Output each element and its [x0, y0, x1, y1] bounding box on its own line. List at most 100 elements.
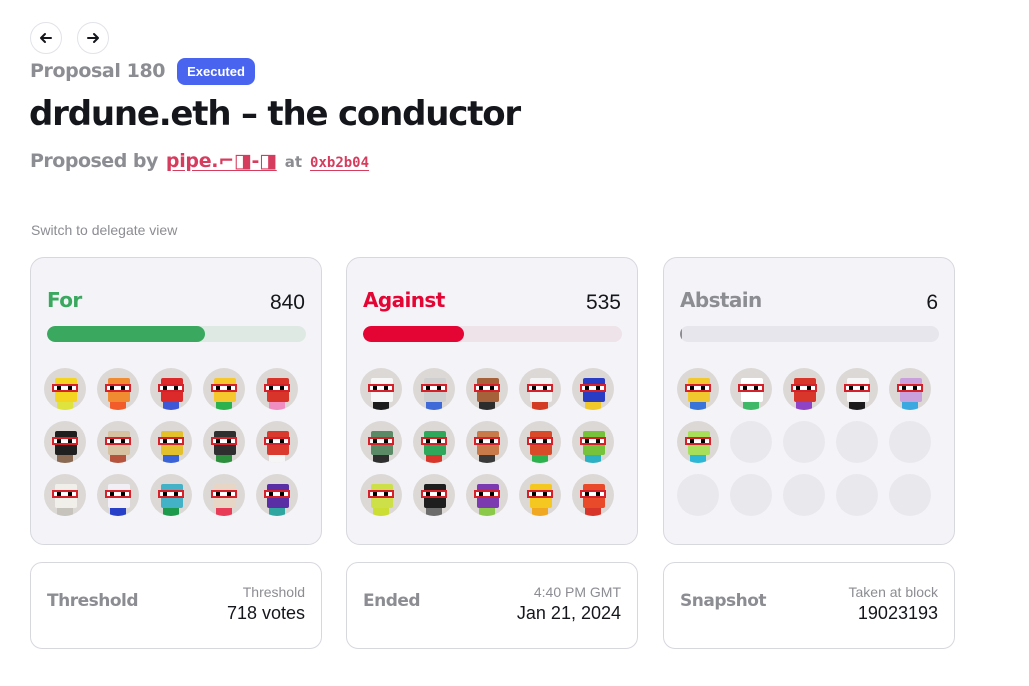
against-count: 535	[585, 291, 621, 314]
proposer-link[interactable]: pipe.⌐◨-◨	[166, 150, 277, 172]
voter-avatar[interactable]	[203, 421, 245, 463]
empty-avatar-slot	[889, 474, 931, 516]
back-button[interactable]	[30, 22, 62, 54]
against-votes-card: Against 535	[346, 257, 638, 545]
noggles-icon	[264, 437, 290, 445]
switch-delegate-view-link[interactable]: Switch to delegate view	[31, 222, 177, 238]
empty-avatar-slot	[836, 421, 878, 463]
proposal-number: Proposal 180	[30, 60, 166, 82]
voter-avatar[interactable]	[413, 421, 455, 463]
noggles-icon	[52, 384, 78, 392]
voter-avatar[interactable]	[519, 474, 561, 516]
for-progress-bar	[47, 326, 306, 342]
arrow-left-icon	[40, 33, 52, 43]
voter-avatar[interactable]	[360, 474, 402, 516]
empty-avatar-slot	[783, 421, 825, 463]
noggles-icon	[421, 490, 447, 498]
voter-avatar[interactable]	[466, 474, 508, 516]
voter-avatar[interactable]	[256, 421, 298, 463]
noggles-icon	[368, 384, 394, 392]
threshold-label: Threshold	[47, 591, 139, 611]
noggles-icon	[264, 384, 290, 392]
for-count: 840	[269, 291, 305, 314]
voter-avatar[interactable]	[44, 368, 86, 410]
noggles-icon	[211, 384, 237, 392]
ended-card: Ended 4:40 PM GMT Jan 21, 2024	[346, 562, 638, 649]
noggles-icon	[474, 384, 500, 392]
noggles-icon	[685, 384, 711, 392]
voter-avatar[interactable]	[519, 368, 561, 410]
voter-avatar[interactable]	[97, 474, 139, 516]
noggles-icon	[421, 437, 447, 445]
voter-avatar[interactable]	[44, 421, 86, 463]
noggles-icon	[52, 490, 78, 498]
voter-avatar[interactable]	[203, 368, 245, 410]
noggles-icon	[527, 384, 553, 392]
voter-avatar[interactable]	[836, 368, 878, 410]
for-progress-fill	[47, 326, 205, 342]
voter-avatar[interactable]	[889, 368, 931, 410]
voter-avatar[interactable]	[150, 474, 192, 516]
voter-avatar[interactable]	[413, 368, 455, 410]
voter-avatar[interactable]	[203, 474, 245, 516]
abstain-label: Abstain	[680, 288, 762, 312]
noggles-icon	[844, 384, 870, 392]
voter-avatar[interactable]	[44, 474, 86, 516]
voter-avatar[interactable]	[730, 368, 772, 410]
noggles-icon	[52, 437, 78, 445]
against-label: Against	[363, 288, 445, 312]
against-progress-fill	[363, 326, 464, 342]
voter-avatar[interactable]	[572, 474, 614, 516]
noggles-icon	[211, 490, 237, 498]
for-votes-card: For 840	[30, 257, 322, 545]
voter-avatar[interactable]	[150, 368, 192, 410]
noggles-icon	[264, 490, 290, 498]
threshold-card: Threshold Threshold 718 votes	[30, 562, 322, 649]
voter-avatar[interactable]	[97, 421, 139, 463]
threshold-value: 718 votes	[226, 603, 305, 623]
noggles-icon	[158, 437, 184, 445]
noggles-icon	[158, 384, 184, 392]
empty-avatar-slot	[836, 474, 878, 516]
noggles-icon	[897, 384, 923, 392]
voter-avatar[interactable]	[466, 421, 508, 463]
abstain-progress-bar	[680, 326, 939, 342]
proposed-by-label: Proposed by	[30, 150, 158, 172]
forward-button[interactable]	[77, 22, 109, 54]
for-label: For	[47, 288, 82, 312]
voter-avatar[interactable]	[150, 421, 192, 463]
noggles-icon	[685, 437, 711, 445]
voter-avatar[interactable]	[97, 368, 139, 410]
noggles-icon	[158, 490, 184, 498]
noggles-icon	[527, 437, 553, 445]
ended-time: 4:40 PM GMT	[533, 584, 621, 600]
arrow-right-icon	[87, 33, 99, 43]
voter-avatar[interactable]	[360, 368, 402, 410]
voter-avatar[interactable]	[677, 368, 719, 410]
voter-avatar[interactable]	[256, 368, 298, 410]
threshold-sublabel: Threshold	[242, 584, 305, 600]
voter-avatar[interactable]	[360, 421, 402, 463]
abstain-votes-card: Abstain 6	[663, 257, 955, 545]
noggles-icon	[791, 384, 817, 392]
noggles-icon	[580, 490, 606, 498]
ended-label: Ended	[363, 591, 421, 611]
noggles-icon	[474, 437, 500, 445]
voter-avatar[interactable]	[572, 368, 614, 410]
transaction-link[interactable]: 0xb2b04	[310, 155, 369, 171]
voter-avatar[interactable]	[572, 421, 614, 463]
voter-avatar[interactable]	[519, 421, 561, 463]
snapshot-block: 19023193	[857, 603, 938, 623]
noggles-icon	[105, 490, 131, 498]
voter-avatar[interactable]	[413, 474, 455, 516]
noggles-icon	[368, 490, 394, 498]
voter-avatar[interactable]	[256, 474, 298, 516]
voter-avatar[interactable]	[677, 421, 719, 463]
voter-avatar[interactable]	[466, 368, 508, 410]
proposal-header: Proposal 180 Executed	[30, 56, 255, 86]
noggles-icon	[368, 437, 394, 445]
empty-avatar-slot	[783, 474, 825, 516]
noggles-icon	[421, 384, 447, 392]
voter-avatar[interactable]	[783, 368, 825, 410]
empty-avatar-slot	[730, 421, 772, 463]
